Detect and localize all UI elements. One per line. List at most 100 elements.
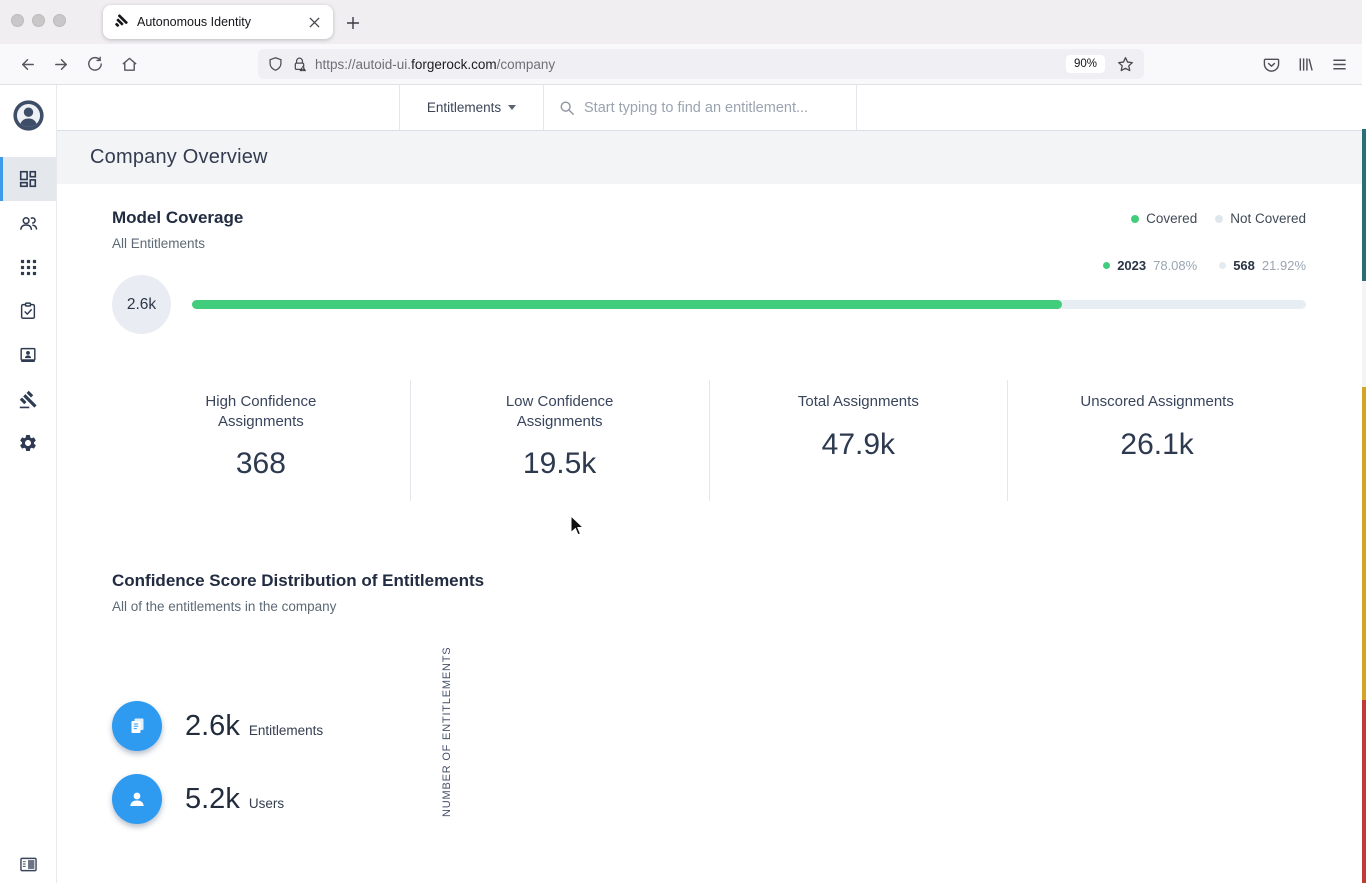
not-covered-percent: 21.92% xyxy=(1262,258,1306,273)
search-icon xyxy=(559,100,575,116)
url-prefix: https://autoid-ui. xyxy=(315,57,411,72)
back-icon[interactable] xyxy=(10,49,44,79)
y-axis-label: NUMBER OF ENTITLEMENTS xyxy=(441,655,453,817)
coverage-bar-covered xyxy=(192,300,1062,309)
browser-window: Autonomous Identity xyxy=(0,0,1366,883)
library-icon[interactable] xyxy=(1288,49,1322,79)
reload-icon[interactable] xyxy=(78,49,112,79)
users-person-icon xyxy=(112,774,162,824)
filter-label: Entitlements xyxy=(427,100,501,115)
entitlements-label: Entitlements xyxy=(249,723,323,738)
model-coverage-subtitle: All Entitlements xyxy=(112,236,243,251)
legend-covered: Covered xyxy=(1131,211,1197,226)
stat-label: Unscored Assignments xyxy=(1067,392,1247,412)
stat-unscored-assignments: Unscored Assignments 26.1k xyxy=(1007,380,1306,501)
people-icon xyxy=(18,213,39,234)
covered-count: 2023 xyxy=(1117,258,1146,273)
stat-high-confidence: High Confidence Assignments 368 xyxy=(112,380,410,501)
stat-value: 26.1k xyxy=(1008,428,1306,462)
distribution-summary: 2.6k Entitlements 5.2k Users xyxy=(112,701,1306,824)
lock-warning-icon[interactable] xyxy=(292,56,307,72)
home-icon[interactable] xyxy=(112,49,146,79)
browser-tab-bar: Autonomous Identity xyxy=(0,0,1366,44)
tab-close-icon[interactable] xyxy=(304,12,324,32)
not-covered-count: 568 xyxy=(1233,258,1255,273)
covered-value-group: 2023 78.08% xyxy=(1103,258,1197,273)
url-bar[interactable]: https://autoid-ui.forgerock.com/company … xyxy=(258,49,1144,79)
url-path: /company xyxy=(497,57,556,72)
close-window-button[interactable] xyxy=(11,14,24,27)
main-area: Entitlements Company Overview xyxy=(57,85,1366,883)
covered-dot-icon xyxy=(1103,262,1110,269)
search-input[interactable] xyxy=(584,100,856,116)
pocket-icon[interactable] xyxy=(1254,49,1288,79)
url-text: https://autoid-ui.forgerock.com/company xyxy=(315,57,1066,72)
avatar[interactable] xyxy=(12,99,45,132)
sidebar-item-rules[interactable] xyxy=(0,377,56,421)
coverage-legend: Covered Not Covered xyxy=(1131,208,1306,226)
gavel-icon xyxy=(19,390,38,409)
browser-tab[interactable]: Autonomous Identity xyxy=(103,5,333,39)
app-top-bar: Entitlements xyxy=(57,85,1366,131)
not-covered-dot-icon xyxy=(1219,262,1226,269)
legend-not-covered-label: Not Covered xyxy=(1230,211,1306,226)
dashboard-icon xyxy=(18,169,38,189)
covered-percent: 78.08% xyxy=(1153,258,1197,273)
new-tab-button[interactable] xyxy=(341,11,365,35)
window-controls xyxy=(11,14,66,27)
sidebar-nav xyxy=(0,157,56,465)
sidebar-item-users[interactable] xyxy=(0,201,56,245)
sidebar-item-applications[interactable] xyxy=(0,245,56,289)
sidebar-item-dashboard[interactable] xyxy=(0,157,56,201)
entitlements-count: 2.6k xyxy=(185,710,240,743)
tracking-shield-icon[interactable] xyxy=(268,56,283,72)
users-count: 5.2k xyxy=(185,783,240,816)
coverage-bar-block: 2023 78.08% 568 21.92% 2.6k xyxy=(112,275,1306,334)
sidebar-item-settings[interactable] xyxy=(0,421,56,465)
distribution-title: Confidence Score Distribution of Entitle… xyxy=(112,571,1306,591)
entitlement-search[interactable] xyxy=(544,85,857,130)
stat-value: 368 xyxy=(112,447,410,481)
distribution-subtitle: All of the entitlements in the company xyxy=(112,599,1306,614)
sidebar-item-tasks[interactable] xyxy=(0,289,56,333)
users-label: Users xyxy=(249,796,284,811)
forgerock-logo-icon xyxy=(112,14,128,30)
tab-title: Autonomous Identity xyxy=(137,15,304,29)
id-badge-icon xyxy=(18,345,38,365)
maximize-window-button[interactable] xyxy=(53,14,66,27)
stat-label: Low Confidence Assignments xyxy=(470,392,650,431)
apps-grid-icon xyxy=(19,258,38,277)
stat-label: Total Assignments xyxy=(768,392,948,412)
url-domain: forgerock.com xyxy=(411,57,497,72)
page-content: Model Coverage All Entitlements Covered … xyxy=(57,184,1366,824)
entitlements-summary-row: 2.6k Entitlements xyxy=(112,701,1306,751)
forward-icon[interactable] xyxy=(44,49,78,79)
toolbar-right-icons xyxy=(1254,49,1356,79)
entitlements-doc-icon xyxy=(112,701,162,751)
stat-value: 19.5k xyxy=(411,447,709,481)
entity-filter-dropdown[interactable]: Entitlements xyxy=(399,85,544,130)
legend-covered-label: Covered xyxy=(1146,211,1197,226)
page-header: Company Overview xyxy=(57,131,1366,184)
menu-hamburger-icon[interactable] xyxy=(1322,49,1356,79)
sidebar xyxy=(0,85,57,883)
minimize-window-button[interactable] xyxy=(32,14,45,27)
coverage-values: 2023 78.08% 568 21.92% xyxy=(1103,258,1306,273)
bookmark-star-icon[interactable] xyxy=(1117,56,1134,73)
sidebar-item-identities[interactable] xyxy=(0,333,56,377)
legend-not-covered: Not Covered xyxy=(1215,211,1306,226)
chevron-down-icon xyxy=(508,105,516,110)
coverage-stats-row: High Confidence Assignments 368 Low Conf… xyxy=(112,380,1306,501)
users-summary-row: 5.2k Users xyxy=(112,774,1306,824)
not-covered-value-group: 568 21.92% xyxy=(1219,258,1306,273)
browser-toolbar: https://autoid-ui.forgerock.com/company … xyxy=(0,44,1366,85)
background-window-sliver xyxy=(1362,0,1366,883)
covered-dot-icon xyxy=(1131,215,1139,223)
app-shell: Entitlements Company Overview xyxy=(0,85,1366,883)
stat-low-confidence: Low Confidence Assignments 19.5k xyxy=(410,380,709,501)
stat-value: 47.9k xyxy=(710,428,1008,462)
model-coverage-section: Model Coverage All Entitlements Covered … xyxy=(112,208,1306,501)
collapse-sidebar-icon[interactable] xyxy=(0,856,56,873)
zoom-level-badge[interactable]: 90% xyxy=(1066,55,1105,73)
stat-label: High Confidence Assignments xyxy=(171,392,351,431)
